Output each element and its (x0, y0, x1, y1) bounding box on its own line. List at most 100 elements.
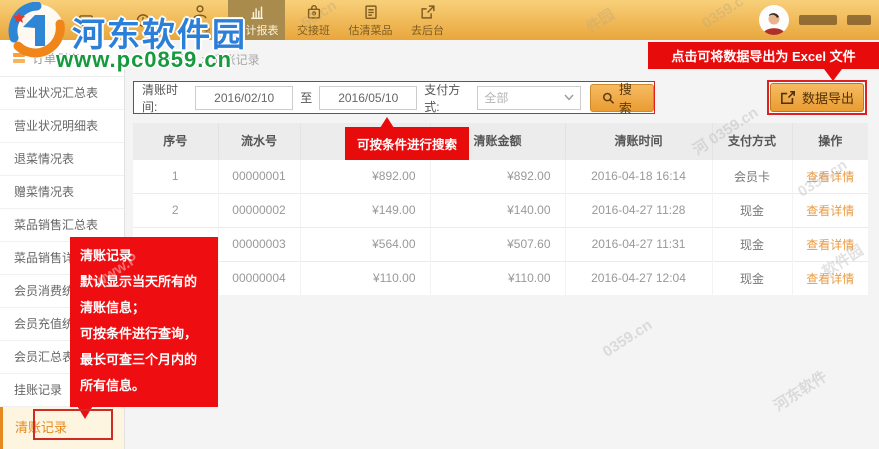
sidebar-item-0[interactable]: 营业状况汇总表 (0, 77, 124, 110)
nav-item-label: 统计报表 (234, 24, 279, 37)
bar-chart-icon (248, 3, 266, 21)
to-label: 至 (300, 91, 313, 105)
search-button-label: 搜索 (618, 81, 632, 116)
table-header-cell: 清账时间 (565, 123, 713, 159)
sidebar-item-1[interactable]: 营业状况明细表 (0, 110, 124, 143)
table-cell: ¥892.00 (300, 158, 431, 193)
date-from-input[interactable] (195, 85, 294, 110)
table-cell: 1 (133, 158, 219, 193)
table-row-0: 1 00000001 ¥892.00 ¥892.00 2016-04-18 16:14 会… (133, 158, 868, 193)
table-header-cell: 操作 (792, 123, 868, 159)
clipboard-icon (362, 3, 380, 21)
home-icon (20, 11, 38, 29)
table-cell: 2016-04-18 16:14 (565, 158, 713, 193)
table-cell: ¥507.60 (430, 226, 566, 261)
table-header-cell: 支付方式 (712, 123, 793, 159)
watermark-fragment: 河东软件 (770, 367, 831, 415)
table-header-cell: 流水号 (218, 123, 301, 159)
table-cell: 2016-04-27 11:31 (565, 226, 713, 261)
records-table: 序号 流水号 清账金额 清账时间 支付方式 操作 1 00000001 ¥892.00 ¥892… (133, 123, 868, 295)
table-cell: ¥564.00 (300, 226, 431, 261)
table-cell: ¥110.00 (430, 260, 566, 295)
table-cell: ¥140.00 (430, 192, 566, 227)
top-nav: 管理 统计报表 交接班 估清菜品 去后台 (0, 0, 879, 40)
app-window: 管理 统计报表 交接班 估清菜品 去后台 订单列表 营业状况汇总表 营业状况明细表 退菜情况… (0, 0, 879, 449)
search-button[interactable]: 搜索 (590, 82, 655, 116)
table-cell: 00000001 (218, 158, 301, 193)
user-avatar[interactable] (759, 5, 789, 35)
history-icon (134, 11, 152, 29)
table-cell: 00000002 (218, 192, 301, 227)
sidebar-header: 订单列表 (0, 40, 124, 77)
sidebar-item-3[interactable]: 赠菜情况表 (0, 176, 124, 209)
filter-bar: 清账时间: 至 支付方式: 全部 搜索 (133, 81, 655, 116)
tooltip-line: 清账信息； (80, 300, 146, 315)
export-data-button[interactable]: 数据导出 (770, 83, 865, 112)
export-callout-arrow (824, 69, 842, 81)
payment-method-select[interactable]: 全部 (477, 85, 582, 110)
records-table-wrap: 序号 流水号 清账金额 清账时间 支付方式 操作 1 00000001 ¥892.00 ¥892… (133, 123, 868, 295)
nav-item-5[interactable]: 交接班 (285, 0, 342, 40)
tooltip-line: 清账记录 (80, 248, 133, 263)
view-detail-link[interactable]: 查看详情 (792, 260, 868, 295)
search-callout-arrow (380, 117, 394, 128)
user-name[interactable] (799, 15, 837, 25)
table-body: 1 00000001 ¥892.00 ¥892.00 2016-04-18 16:14 会… (133, 158, 868, 295)
sidebar-item-2[interactable]: 退菜情况表 (0, 143, 124, 176)
nav-item-label: 估清菜品 (348, 24, 393, 37)
table-cell: 2016-04-27 12:04 (565, 260, 713, 295)
table-header-row: 序号 流水号 清账金额 清账时间 支付方式 操作 (133, 123, 868, 159)
sidebar-header-label: 订单列表 (32, 51, 81, 66)
user-icon (191, 3, 209, 21)
view-detail-link[interactable]: 查看详情 (792, 192, 868, 227)
date-to-input[interactable] (319, 85, 418, 110)
export-data-label: 数据导出 (802, 91, 855, 106)
table-row-3: 400000004¥110.00¥110.002016-04-27 12:04现… (133, 260, 868, 295)
nav-item-6[interactable]: 估清菜品 (342, 0, 399, 40)
table-cell: ¥892.00 (430, 158, 566, 193)
table-cell: 2016-04-27 11:28 (565, 192, 713, 227)
logout-link[interactable] (847, 15, 871, 25)
table-cell: 00000003 (218, 226, 301, 261)
person-icon (763, 13, 785, 35)
export-callout: 点击可将数据导出为 Excel 文件 (648, 42, 879, 69)
tooltip-line: 所有信息。 (80, 378, 146, 393)
selected-item-annotation (33, 409, 113, 440)
chevron-down-icon (564, 94, 574, 101)
table-cell: 00000004 (218, 260, 301, 295)
table-header-cell: 序号 (133, 123, 219, 159)
table-cell: 现金 (712, 192, 793, 227)
payment-method-label: 支付方式: (424, 82, 461, 114)
breadcrumb: 统计报表 > 清账记录 (150, 53, 260, 67)
table-row-1: 2 00000002 ¥149.00 ¥140.00 2016-04-27 11:28 现… (133, 192, 868, 227)
table-cell: 现金 (712, 226, 793, 261)
user-area (759, 0, 871, 40)
list-icon (13, 53, 25, 63)
payment-method-value: 全部 (484, 91, 509, 105)
nav-item-label: 交接班 (297, 24, 330, 37)
view-detail-link[interactable]: 查看详情 (792, 158, 868, 193)
nav-item-2[interactable] (114, 0, 171, 40)
table-cell: 2 (133, 192, 219, 227)
nav-item-label: 去后台 (411, 24, 444, 37)
table-cell: ¥149.00 (300, 192, 431, 227)
export-icon (781, 90, 795, 105)
table-cell: 会员卡 (712, 158, 793, 193)
view-detail-link[interactable]: 查看详情 (792, 226, 868, 261)
nav-item-1[interactable] (57, 0, 114, 40)
top-nav-items: 管理 统计报表 交接班 估清菜品 去后台 (0, 0, 456, 40)
table-row-2: 300000003¥564.00¥507.602016-04-27 11:31现… (133, 226, 868, 261)
nav-item-label: 管理 (188, 24, 211, 37)
wallet-icon (77, 11, 95, 29)
external-link-icon (419, 3, 437, 21)
nav-item-3[interactable]: 管理 (171, 0, 228, 40)
export-annotation-box: 数据导出 (767, 80, 868, 115)
tooltip-line: 最长可查三个月内的 (80, 352, 198, 367)
search-callout: 可按条件进行搜索 (345, 127, 469, 160)
nav-item-0[interactable] (0, 0, 57, 40)
sidebar-tooltip: 清账记录 默认显示当天所有的 清账信息； 可按条件进行查询， 最长可查三个月内的 所有信息… (70, 237, 218, 407)
search-icon (603, 92, 615, 104)
watermark-fragment: 0359.cn (599, 316, 656, 361)
nav-item-4[interactable]: 统计报表 (228, 0, 285, 40)
nav-item-7[interactable]: 去后台 (399, 0, 456, 40)
